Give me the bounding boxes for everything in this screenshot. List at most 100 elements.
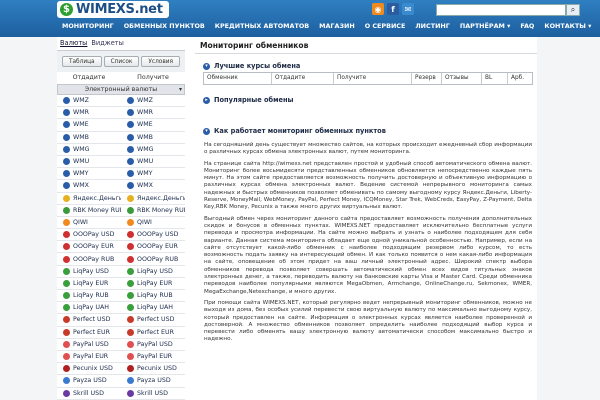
receive-currency[interactable]: LiqPay EUR xyxy=(121,278,185,289)
give-currency[interactable]: LiqPay UAH xyxy=(57,302,121,313)
currency-icon xyxy=(127,267,134,275)
receive-currency[interactable]: Яндекс.Деньги xyxy=(121,193,185,204)
receive-currency[interactable]: WMZ xyxy=(121,95,185,106)
receive-currency[interactable]: WME xyxy=(121,119,185,130)
give-currency[interactable]: OOOPay EUR xyxy=(57,241,121,252)
table-view-button[interactable]: Таблица xyxy=(61,56,102,67)
receive-currency[interactable]: LiqPay USD xyxy=(121,266,185,277)
how-it-works-header[interactable]: ▾ Как работает мониторинг обменных пункт… xyxy=(195,126,386,136)
currency-icon xyxy=(63,267,70,275)
currency-icon xyxy=(63,377,70,385)
col-reserve[interactable]: Резерв xyxy=(412,73,442,84)
tab-currencies[interactable]: Валюты xyxy=(60,37,87,50)
search-button[interactable]: ⌕ xyxy=(566,4,580,16)
give-currency[interactable]: WMY xyxy=(57,168,121,179)
col-bl[interactable]: BL xyxy=(482,73,508,84)
receive-currency[interactable]: LiqPay RUB xyxy=(121,290,185,301)
receive-currency[interactable]: WMR xyxy=(121,107,185,118)
give-currency[interactable]: WME xyxy=(57,119,121,130)
give-currency[interactable]: WMB xyxy=(57,132,121,143)
receive-currency[interactable]: Perfect USD xyxy=(121,314,185,325)
currency-row: WMX WMX xyxy=(57,180,185,193)
nav-item[interactable]: Партнёрам ▾ xyxy=(455,19,515,33)
give-currency[interactable]: PayPal EUR xyxy=(57,351,121,362)
nav-item[interactable]: Листинг xyxy=(410,19,454,33)
currency-group-header[interactable]: Электронный валюты ▾ xyxy=(57,84,185,95)
currency-row: Perfect EUR Perfect EUR xyxy=(57,327,185,339)
currency-icon xyxy=(127,133,134,141)
conditions-button[interactable]: Условия xyxy=(141,56,181,67)
chevron-down-icon: ▾ xyxy=(203,127,210,135)
receive-currency[interactable]: Perfect EUR xyxy=(121,327,185,338)
currency-icon xyxy=(127,377,134,385)
give-currency[interactable]: QIWI xyxy=(57,217,121,228)
social-icon[interactable]: f xyxy=(387,3,399,15)
receive-currency[interactable]: LiqPay UAH xyxy=(121,302,185,313)
currency-icon xyxy=(127,206,134,214)
mail-icon[interactable]: ✉ xyxy=(402,3,414,15)
receive-currency[interactable]: OOOPay EUR xyxy=(121,241,185,252)
chevron-right-icon: ▸ xyxy=(203,96,210,104)
rss-icon[interactable]: ◉ xyxy=(372,3,384,15)
give-currency[interactable]: WMU xyxy=(57,156,121,167)
site-logo[interactable]: $ WIMEXS.net xyxy=(57,1,169,18)
nav-item[interactable]: Обменных пунктов xyxy=(119,19,210,33)
article-text: На сегодняшний день существует множество… xyxy=(204,142,532,348)
give-currency[interactable]: PayPal USD xyxy=(57,339,121,350)
nav-item[interactable]: О сервисе xyxy=(360,19,411,33)
give-currency[interactable]: OOOPay USD xyxy=(57,229,121,240)
receive-currency[interactable]: Payza USD xyxy=(121,375,185,386)
best-rates-header[interactable]: ▾ Лучшие курсы обмена xyxy=(195,61,300,71)
nav-item[interactable]: Мониторинг xyxy=(57,19,119,33)
give-currency[interactable]: Skrill USD xyxy=(57,388,121,399)
nav-item[interactable]: Магазин xyxy=(314,19,360,33)
nav-item[interactable]: FAQ xyxy=(515,19,539,33)
col-arb[interactable]: Арб. xyxy=(508,73,532,84)
receive-currency[interactable]: WMY xyxy=(121,168,185,179)
give-currency[interactable]: Payza USD xyxy=(57,375,121,386)
give-currency[interactable]: Яндекс.Деньги xyxy=(57,193,121,204)
give-currency[interactable]: Perfect USD xyxy=(57,314,121,325)
nav-item[interactable]: Кредитных автоматов xyxy=(210,19,314,33)
nav-item[interactable]: Контакты ▾ xyxy=(539,19,596,33)
receive-currency[interactable]: WMX xyxy=(121,180,185,191)
receive-currency[interactable]: PayPal EUR xyxy=(121,351,185,362)
give-currency[interactable]: WMX xyxy=(57,180,121,191)
give-currency[interactable]: LiqPay EUR xyxy=(57,278,121,289)
give-currency[interactable]: Perfect EUR xyxy=(57,327,121,338)
give-currency[interactable]: LiqPay RUB xyxy=(57,290,121,301)
currency-row: PayPal EUR PayPal EUR xyxy=(57,351,185,364)
currency-row: Pecunix USD Pecunix USD xyxy=(57,363,185,376)
receive-currency[interactable]: WMB xyxy=(121,132,185,143)
give-currency[interactable]: Pecunix USD xyxy=(57,363,121,374)
col-exchanger[interactable]: Обменник xyxy=(204,73,272,84)
give-currency[interactable]: WMG xyxy=(57,144,121,155)
receive-currency[interactable]: PayPal USD xyxy=(121,339,185,350)
receive-currency[interactable]: QIWI xyxy=(121,217,185,228)
col-receive[interactable]: Получите xyxy=(334,73,412,84)
receive-currency[interactable]: WMU xyxy=(121,156,185,167)
receive-currency[interactable]: WMG xyxy=(121,144,185,155)
tab-widgets[interactable]: Виджеты xyxy=(91,37,123,50)
receive-currency[interactable]: Skrill USD xyxy=(121,388,185,399)
give-currency[interactable]: LiqPay USD xyxy=(57,266,121,277)
receive-currency[interactable]: Pecunix USD xyxy=(121,363,185,374)
list-view-button[interactable]: Список xyxy=(103,56,140,67)
receive-currency[interactable]: OOOPay USD xyxy=(121,229,185,240)
currency-row: PayPal USD PayPal USD xyxy=(57,339,185,351)
nav-item[interactable]: Статьи xyxy=(596,19,600,33)
site-header: $ WIMEXS.net ◉ f ✉ ⌕ Мониторинг Обменных … xyxy=(0,0,600,37)
give-currency[interactable]: RBK Money RUB xyxy=(57,205,121,216)
give-currency[interactable]: OOOPay RUB xyxy=(57,253,121,264)
col-reviews[interactable]: Отзывы xyxy=(442,73,482,84)
currency-label: QIWI xyxy=(137,218,152,226)
currency-label: RBK Money RUB xyxy=(73,206,121,214)
receive-currency[interactable]: RBK Money RUB xyxy=(121,205,185,216)
receive-currency[interactable]: OOOPay RUB xyxy=(121,253,185,264)
give-currency[interactable]: WMR xyxy=(57,107,121,118)
give-currency[interactable]: WMZ xyxy=(57,95,121,106)
popular-exchanges-header[interactable]: ▸ Популярные обмены xyxy=(195,95,294,105)
currency-label: Perfect USD xyxy=(137,316,175,324)
col-give[interactable]: Отдадите xyxy=(272,73,334,84)
search-input[interactable] xyxy=(436,4,566,16)
